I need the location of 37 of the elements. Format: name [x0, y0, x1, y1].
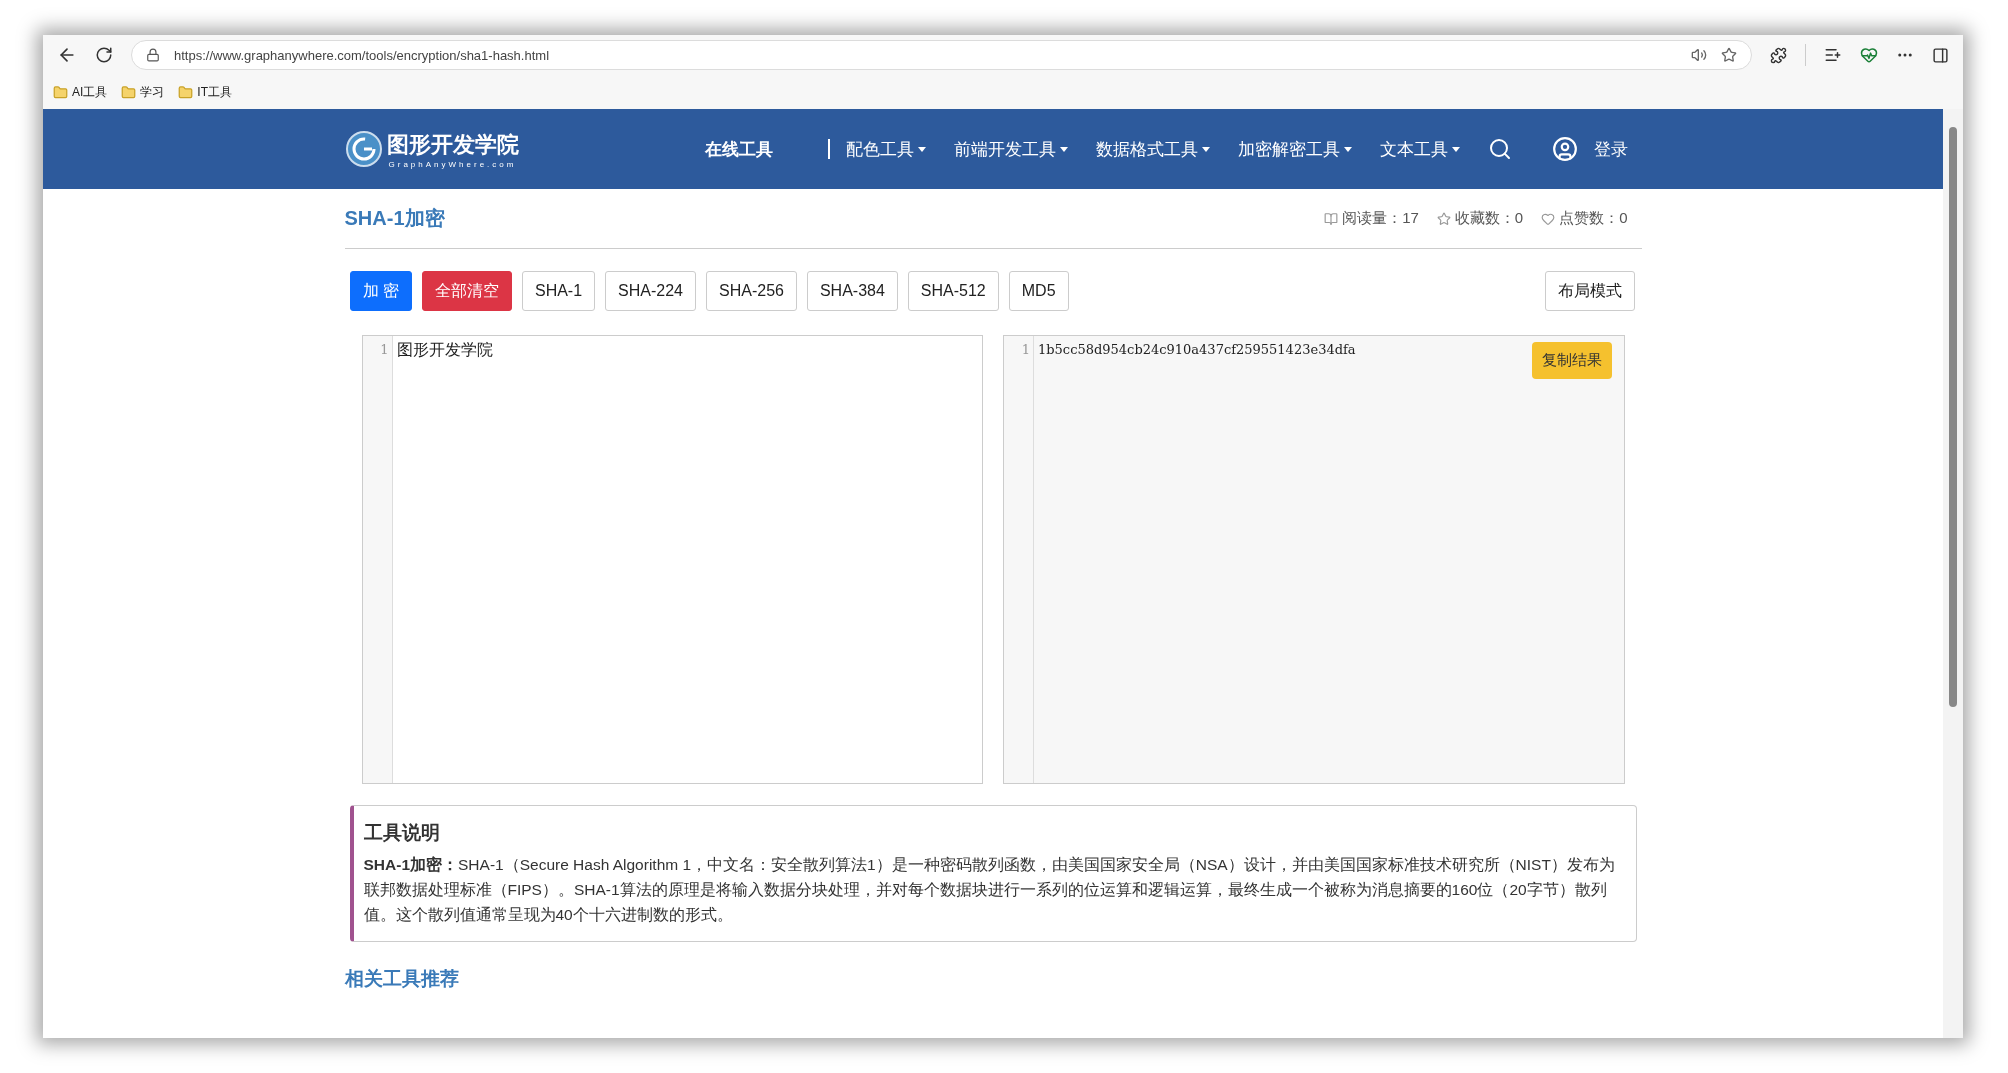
toolbar-button[interactable]: MD5	[1008, 271, 1069, 311]
stat-text: 收藏数：0	[1454, 209, 1524, 228]
code-line: 图形开发学院	[396, 341, 494, 359]
nav-link[interactable]: 在线工具	[704, 137, 773, 161]
code-line: 1b5cc58d954cb24c910a437cf259551423e34dfa	[1038, 341, 1357, 359]
logo-title: 图形开发学院	[386, 130, 519, 159]
nav-link[interactable]: 数据格式工具	[1095, 137, 1210, 161]
copy-result-button[interactable]: 复制结果	[1531, 342, 1612, 379]
toolbar-button[interactable]: SHA-256	[706, 271, 797, 311]
toolbar-button[interactable]: SHA-224	[605, 271, 696, 311]
logo-subtitle: GraphAnyWhere.com	[388, 159, 518, 169]
nav-link[interactable]: 前端开发工具	[953, 137, 1068, 161]
nav-link[interactable]: 配色工具	[845, 137, 926, 161]
output-editor[interactable]: 1 1b5cc58d954cb24c910a437cf259551423e34dfa 复制结果	[1003, 335, 1625, 784]
description-text: SHA-1加密：SHA-1（Secure Hash Algorithm 1，中文名：安全散列算法1）是一种密码散列函数，由美国国家安全局（NSA）设计，并由美国国家标准技术研究所（NIST）发布为联邦数据处理标准（FIPS）。SHA-1算法的原理是将输入数据分块处理，并对每个数据块进行一系列的位运算和逻辑运算，最终生成一个被称为消息摘要的160位（20字节）散列值。这个散列值通常呈现为40个十六进制数的形式。	[363, 855, 1616, 925]
url-text: https://www.graphanywhere.com/tools/encryption/sha1-hash.html	[174, 47, 551, 63]
layout-button[interactable]: 布局模式	[1544, 271, 1635, 311]
line-number: 1	[380, 342, 389, 358]
bookmark-link[interactable]: 学习	[121, 83, 165, 101]
description-title: 工具说明	[363, 821, 441, 845]
toolbar-button[interactable]: SHA-1	[521, 271, 596, 311]
line-number: 1	[1021, 342, 1030, 358]
toolbar-button[interactable]: SHA-384	[806, 271, 898, 311]
toolbar-button[interactable]: 全部清空	[421, 271, 512, 311]
stat-text: 点赞数：0	[1559, 209, 1628, 228]
toolbar-button[interactable]: SHA-512	[907, 271, 999, 311]
nav-link[interactable]: 文本工具	[1379, 137, 1460, 161]
login-link[interactable]: 登录	[1551, 136, 1628, 162]
nav-link[interactable]: 加密解密工具	[1237, 137, 1352, 161]
bookmark-link[interactable]: IT工具	[178, 83, 232, 101]
address-bar[interactable]: https://www.graphanywhere.com/tools/encryption/sha1-hash.html	[131, 40, 1752, 70]
toolbar-button[interactable]: 加 密	[349, 271, 412, 311]
input-editor[interactable]: 1 图形开发学院	[361, 335, 983, 784]
section-title: 相关工具推荐	[344, 967, 460, 991]
bookmark-link[interactable]: AI工具	[53, 83, 108, 101]
stat-text: 阅读量：17	[1342, 209, 1419, 228]
page-title: SHA-1加密	[344, 206, 445, 231]
